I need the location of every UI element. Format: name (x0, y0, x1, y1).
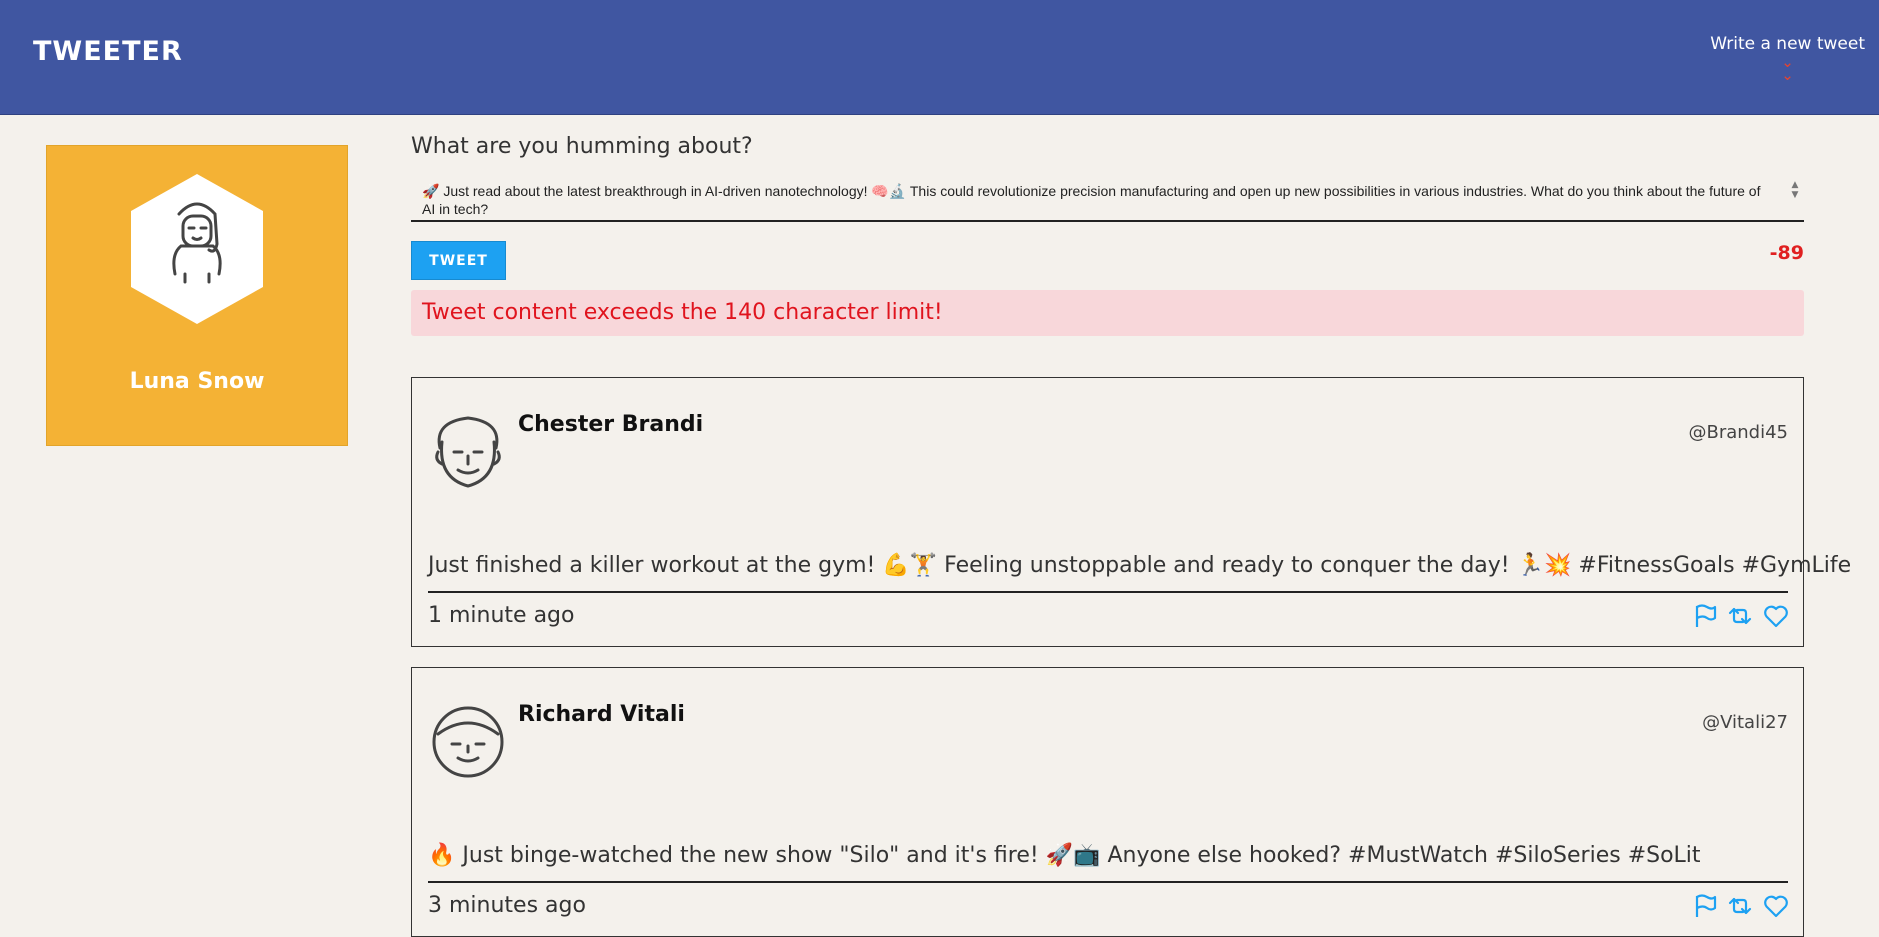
compose-prompt: What are you humming about? (411, 134, 753, 159)
top-nav: TWEETER Write a new tweet ⌄ ⌄ (0, 0, 1879, 115)
double-chevron-down-icon[interactable]: ⌄ ⌄ (1710, 55, 1865, 83)
tweet-textarea[interactable]: 🚀 Just read about the latest breakthroug… (411, 176, 1804, 222)
user-avatar-icon (435, 416, 501, 488)
heart-icon[interactable] (1763, 603, 1789, 629)
tweet-actions (1691, 893, 1789, 919)
scroll-down-icon[interactable]: ▼ (1787, 190, 1803, 200)
app-logo[interactable]: TWEETER (33, 36, 183, 67)
tweet-author-handle: @Brandi45 (1688, 422, 1788, 443)
write-new-tweet-label: Write a new tweet (1710, 34, 1865, 54)
tweet-button[interactable]: TWEET (411, 241, 506, 280)
profile-card: Luna Snow (46, 145, 348, 446)
tweet-card: Richard Vitali @Vitali27 🔥 Just binge-wa… (411, 667, 1804, 937)
scroll-up-icon[interactable]: ▲ (1787, 180, 1803, 190)
tweet-actions (1691, 603, 1789, 629)
profile-name: Luna Snow (129, 369, 265, 394)
textarea-scrollbar[interactable]: ▲ ▼ (1787, 180, 1803, 220)
heart-icon[interactable] (1763, 893, 1789, 919)
write-new-tweet-link[interactable]: Write a new tweet ⌄ ⌄ (1710, 34, 1865, 83)
error-alert: Tweet content exceeds the 140 character … (411, 290, 1804, 336)
tweet-text: Just finished a killer workout at the gy… (428, 553, 1851, 593)
tweet-author-name: Chester Brandi (518, 412, 704, 437)
tweet-timestamp: 3 minutes ago (428, 893, 586, 918)
retweet-icon[interactable] (1727, 603, 1753, 629)
retweet-icon[interactable] (1727, 893, 1753, 919)
tweet-author-name: Richard Vitali (518, 702, 685, 727)
tweet-card: Chester Brandi @Brandi45 Just finished a… (411, 377, 1851, 647)
character-counter: -89 (1769, 242, 1804, 264)
flag-icon[interactable] (1691, 893, 1717, 919)
profile-avatar-icon (131, 174, 263, 324)
flag-icon[interactable] (1691, 603, 1717, 629)
tweet-timestamp: 1 minute ago (428, 603, 575, 628)
tweet-text: 🔥 Just binge-watched the new show "Silo"… (428, 843, 1788, 883)
tweet-author-handle: @Vitali27 (1702, 712, 1788, 733)
user-avatar-icon (432, 706, 504, 778)
